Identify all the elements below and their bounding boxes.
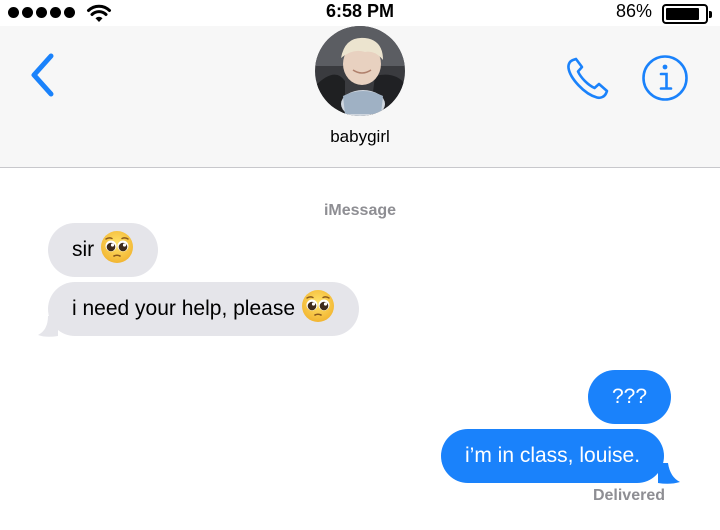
status-bar: 6:58 PM 86% xyxy=(0,0,720,26)
call-button[interactable] xyxy=(564,54,612,107)
battery-icon xyxy=(662,4,712,24)
message-text: i’m in class, louise. xyxy=(465,444,641,467)
message-bubble-outgoing[interactable]: ??? xyxy=(588,370,672,424)
info-button[interactable] xyxy=(641,54,689,107)
battery-level-fill xyxy=(666,8,699,20)
info-icon[interactable] xyxy=(641,54,689,102)
delivery-status: Delivered xyxy=(592,487,665,504)
pleading-face-emoji-icon xyxy=(301,289,335,329)
battery-percentage: 86% xyxy=(615,1,652,21)
avatar-photo xyxy=(315,26,405,116)
message-text: sir xyxy=(72,238,95,261)
back-button[interactable] xyxy=(28,52,58,103)
outgoing-bubble-tail xyxy=(658,463,680,484)
service-label: iMessage xyxy=(323,202,397,219)
message-text: i need your help, please xyxy=(72,297,295,320)
contact-avatar[interactable] xyxy=(315,26,405,116)
contact-name[interactable]: babygirl xyxy=(0,127,720,147)
back-chevron-icon[interactable] xyxy=(28,52,58,98)
messages-screen: 6:58 PM 86% babygirl iMessage sir i need… xyxy=(0,0,720,530)
message-bubble-incoming[interactable]: i need your help, please xyxy=(48,282,359,336)
conversation-header: babygirl xyxy=(0,26,720,168)
incoming-bubble-tail xyxy=(38,316,58,337)
message-bubble-incoming[interactable]: sir xyxy=(48,223,159,277)
phone-icon[interactable] xyxy=(564,54,612,102)
message-text: ??? xyxy=(612,385,648,408)
status-time: 6:58 PM xyxy=(325,1,395,21)
message-bubble-outgoing[interactable]: i’m in class, louise. xyxy=(441,429,665,483)
pleading-face-emoji-icon xyxy=(100,230,134,270)
